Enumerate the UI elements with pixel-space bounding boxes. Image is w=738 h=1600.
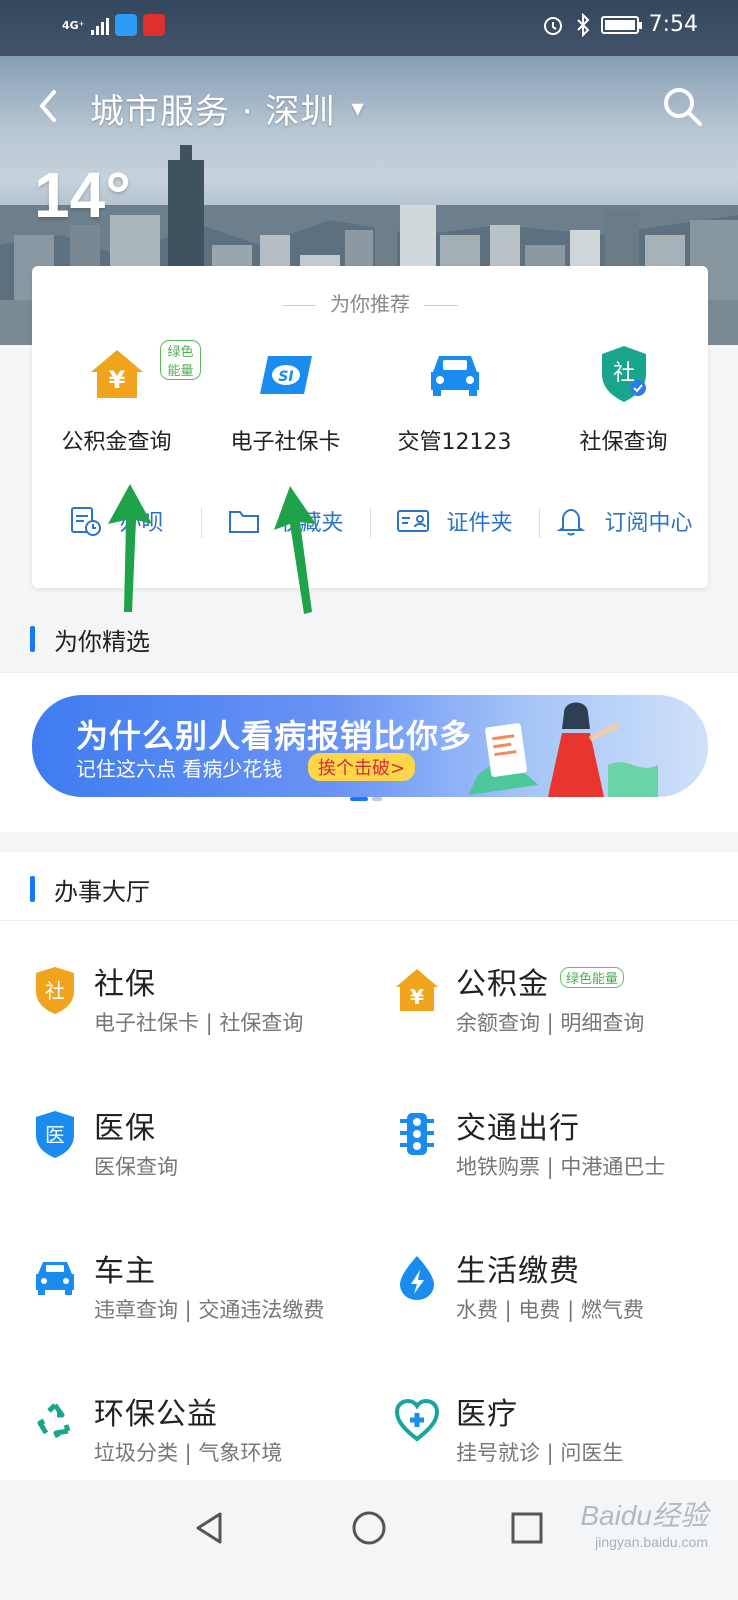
search-icon[interactable] bbox=[660, 84, 704, 128]
carousel-dots bbox=[350, 797, 382, 801]
service-name: 医疗 bbox=[456, 1397, 518, 1432]
bluetooth-icon bbox=[576, 12, 590, 37]
service-name: 社保 bbox=[94, 967, 156, 1002]
social-shield-icon: 社 bbox=[601, 346, 646, 402]
recommend-heading: 为你推荐 bbox=[32, 288, 708, 317]
traffic-light-icon bbox=[400, 1113, 434, 1155]
service-hall: 社 社保 电子社保卡 | 社保查询 ¥ 公积金 绿色能量 余额查询 | 明细查询… bbox=[0, 920, 738, 1500]
car-icon bbox=[36, 1262, 74, 1295]
service-name: 生活缴费 bbox=[456, 1254, 580, 1289]
utility-bolt-icon bbox=[400, 1256, 434, 1300]
link-id-wallet[interactable]: 证件夹 bbox=[370, 504, 539, 538]
recommend-item-label: 社保查询 bbox=[579, 430, 668, 455]
top-bar: 城市服务 · 深圳 ▼ bbox=[0, 72, 738, 142]
service-name: 车主 bbox=[94, 1254, 156, 1289]
clock: 7:54 bbox=[648, 12, 698, 37]
id-card-icon bbox=[397, 510, 430, 532]
notification-app-icon bbox=[114, 14, 137, 36]
alarm-icon bbox=[543, 16, 562, 35]
temperature: 14° bbox=[34, 159, 131, 231]
nav-back-icon[interactable] bbox=[190, 1508, 230, 1548]
banner-title: 为什么别人看病报销比你多 bbox=[76, 717, 473, 755]
back-arrow-icon[interactable] bbox=[30, 86, 70, 126]
housing-fund-icon: ¥ bbox=[90, 350, 143, 398]
recommend-item-traffic-12123[interactable]: 交管12123 bbox=[370, 344, 539, 456]
folder-icon bbox=[229, 511, 260, 533]
social-security-card-icon: SI bbox=[259, 356, 312, 394]
recycle-icon bbox=[37, 1403, 71, 1439]
recommend-item-social-security-query[interactable]: 社 社保查询 bbox=[539, 344, 708, 456]
section-title: 为你精选 bbox=[54, 628, 150, 656]
service-subtitle: 挂号就诊 | 问医生 bbox=[456, 1441, 624, 1465]
city-selector[interactable]: 城市服务 · 深圳 ▼ bbox=[90, 84, 365, 133]
service-name: 交通出行 bbox=[456, 1111, 580, 1146]
section-marker bbox=[30, 626, 35, 652]
service-social-security[interactable]: 社 社保 电子社保卡 | 社保查询 bbox=[32, 921, 372, 1041]
featured-banner-area: 为什么别人看病报销比你多 记住这六点 看病少花钱 挨个击破> bbox=[0, 672, 738, 832]
recommend-item-label: 电子社保卡 bbox=[230, 430, 341, 455]
service-car-owner[interactable]: 车主 违章查询 | 交通违法缴费 bbox=[32, 1208, 372, 1328]
service-environmental[interactable]: 环保公益 垃圾分类 | 气象环境 bbox=[32, 1351, 372, 1471]
link-subscription-center[interactable]: 订阅中心 bbox=[539, 504, 708, 538]
calendar-clock-icon bbox=[71, 507, 102, 536]
bell-icon bbox=[557, 508, 586, 536]
green-energy-tag: 绿色能量 bbox=[560, 967, 625, 988]
annotation-arrow-icon bbox=[108, 484, 152, 612]
service-name: 医保 bbox=[94, 1111, 156, 1146]
hall-section-header: 办事大厅 bbox=[0, 852, 738, 922]
service-subtitle: 电子社保卡 | 社保查询 bbox=[94, 1011, 304, 1035]
nav-home-icon[interactable] bbox=[349, 1508, 389, 1548]
service-subtitle: 余额查询 | 明细查询 bbox=[456, 1011, 645, 1035]
watermark-url: jingyan.baidu.com bbox=[595, 1534, 708, 1550]
battery-icon bbox=[600, 15, 642, 34]
signal-icon bbox=[90, 15, 109, 35]
svg-text:医: 医 bbox=[45, 1123, 65, 1147]
service-medical-insurance[interactable]: 医 医保 医保查询 bbox=[32, 1065, 372, 1185]
section-marker bbox=[30, 876, 35, 902]
svg-text:社: 社 bbox=[612, 361, 634, 386]
nav-recents-icon[interactable] bbox=[507, 1508, 547, 1548]
dropdown-caret-icon: ▼ bbox=[351, 99, 365, 118]
service-transportation[interactable]: 交通出行 地铁购票 | 中港通巴士 bbox=[394, 1065, 734, 1185]
medical-insurance-icon: 医 bbox=[36, 1111, 74, 1158]
housing-fund-icon: ¥ bbox=[396, 969, 438, 1011]
service-name: 公积金 bbox=[456, 967, 549, 1002]
baidu-watermark: Baidu经验 jingyan.baidu.com bbox=[580, 1494, 708, 1550]
section-title: 办事大厅 bbox=[54, 878, 150, 906]
service-housing-fund[interactable]: ¥ 公积金 绿色能量 余额查询 | 明细查询 bbox=[394, 921, 734, 1041]
watermark-text: Baidu经验 bbox=[580, 1500, 708, 1531]
status-bar: 4G⁺ 7:54 bbox=[0, 0, 738, 56]
service-subtitle: 地铁购票 | 中港通巴士 bbox=[456, 1155, 666, 1179]
banner-cta-button[interactable]: 挨个击破> bbox=[308, 753, 416, 781]
banner-subtitle: 记住这六点 看病少花钱 bbox=[76, 757, 283, 781]
woman-illustration-icon bbox=[468, 702, 658, 797]
recommend-item-social-security-card[interactable]: SI 电子社保卡 bbox=[201, 344, 370, 456]
recommend-item-housing-fund[interactable]: ¥ 绿色能量 公积金查询 bbox=[32, 340, 201, 456]
link-label: 订阅中心 bbox=[604, 511, 693, 536]
svg-text:¥: ¥ bbox=[410, 985, 424, 1009]
svg-text:SI: SI bbox=[278, 369, 293, 385]
service-subtitle: 违章查询 | 交通违法缴费 bbox=[94, 1298, 325, 1322]
annotation-arrow-icon bbox=[274, 486, 316, 614]
promo-banner[interactable]: 为什么别人看病报销比你多 记住这六点 看病少花钱 挨个击破> bbox=[32, 695, 708, 797]
service-subtitle: 垃圾分类 | 气象环境 bbox=[94, 1441, 283, 1465]
service-subtitle: 水费 | 电费 | 燃气费 bbox=[456, 1298, 644, 1322]
green-energy-tag: 绿色能量 bbox=[160, 340, 201, 380]
page-title: 城市服务 · 深圳 bbox=[90, 92, 336, 132]
social-security-icon: 社 bbox=[36, 967, 74, 1014]
link-label: 证件夹 bbox=[446, 511, 513, 536]
notification-app-icon bbox=[142, 14, 165, 36]
recommend-item-label: 交管12123 bbox=[397, 430, 512, 455]
service-subtitle: 医保查询 bbox=[94, 1155, 178, 1179]
service-name: 环保公益 bbox=[94, 1397, 218, 1432]
stethoscope-icon bbox=[394, 1398, 440, 1442]
recommend-item-label: 公积金查询 bbox=[61, 430, 172, 455]
svg-text:¥: ¥ bbox=[108, 366, 125, 394]
car-icon bbox=[430, 356, 479, 396]
service-utility-bills[interactable]: 生活缴费 水费 | 电费 | 燃气费 bbox=[394, 1208, 734, 1328]
network-type: 4G⁺ bbox=[62, 18, 85, 32]
service-healthcare[interactable]: 医疗 挂号就诊 | 问医生 bbox=[394, 1351, 734, 1471]
featured-section-header: 为你精选 bbox=[0, 602, 738, 672]
svg-text:社: 社 bbox=[45, 979, 65, 1003]
